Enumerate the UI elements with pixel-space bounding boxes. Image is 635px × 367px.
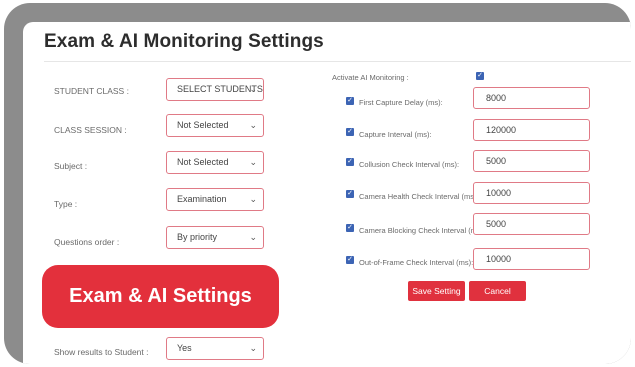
capture-interval-checkbox[interactable]: ✓ — [346, 128, 354, 136]
activate-ai-checkbox[interactable]: ✓ — [476, 72, 484, 80]
subject-select[interactable]: Not Selected ⌄ — [166, 151, 264, 174]
out-of-frame-input[interactable]: 10000 — [473, 248, 590, 270]
chevron-down-icon: ⌄ — [249, 84, 257, 94]
camera-health-input[interactable]: 10000 — [473, 182, 590, 204]
questions-order-value: By priority — [177, 232, 218, 242]
show-results-value: Yes — [177, 343, 192, 353]
out-of-frame-checkbox[interactable]: ✓ — [346, 256, 354, 264]
student-class-label: STUDENT CLASS : — [54, 86, 129, 96]
page-title: Exam & AI Monitoring Settings — [44, 31, 324, 52]
capture-interval-label: Capture Interval (ms): — [359, 130, 432, 139]
type-value: Examination — [177, 194, 227, 204]
class-session-select[interactable]: Not Selected ⌄ — [166, 114, 264, 137]
title-divider — [44, 61, 631, 62]
first-capture-input[interactable]: 8000 — [473, 87, 590, 109]
camera-health-label: Camera Health Check Interval (ms): — [359, 192, 479, 201]
first-capture-checkbox[interactable]: ✓ — [346, 97, 354, 105]
type-label: Type : — [54, 199, 78, 209]
class-session-value: Not Selected — [177, 120, 229, 130]
type-select[interactable]: Examination ⌄ — [166, 188, 264, 211]
show-results-select[interactable]: Yes ⌄ — [166, 337, 264, 360]
camera-blocking-input[interactable]: 5000 — [473, 213, 590, 235]
first-capture-label: First Capture Delay (ms): — [359, 98, 443, 107]
collusion-check-label: Collusion Check Interval (ms): — [359, 160, 460, 169]
chevron-down-icon: ⌄ — [249, 194, 257, 204]
subject-label: Subject : — [54, 161, 88, 171]
camera-blocking-checkbox[interactable]: ✓ — [346, 224, 354, 232]
cancel-button[interactable]: Cancel — [469, 281, 526, 301]
questions-order-label: Questions order : — [54, 237, 120, 247]
camera-blocking-label: Camera Blocking Check Interval (ms): — [359, 226, 486, 235]
chevron-down-icon: ⌄ — [249, 343, 257, 353]
chevron-down-icon: ⌄ — [249, 157, 257, 167]
activate-ai-label: Activate AI Monitoring : — [332, 73, 409, 82]
show-results-label: Show results to Student : — [54, 347, 149, 357]
out-of-frame-label: Out-of-Frame Check Interval (ms): — [359, 258, 474, 267]
collusion-check-checkbox[interactable]: ✓ — [346, 158, 354, 166]
capture-interval-input[interactable]: 120000 — [473, 119, 590, 141]
chevron-down-icon: ⌄ — [249, 120, 257, 130]
student-class-select[interactable]: SELECT STUDENTS ⌄ — [166, 78, 264, 101]
chevron-down-icon: ⌄ — [249, 232, 257, 242]
exam-ai-settings-badge: Exam & AI Settings — [42, 265, 279, 328]
collusion-check-input[interactable]: 5000 — [473, 150, 590, 172]
save-setting-button[interactable]: Save Setting — [408, 281, 465, 301]
questions-order-select[interactable]: By priority ⌄ — [166, 226, 264, 249]
camera-health-checkbox[interactable]: ✓ — [346, 190, 354, 198]
class-session-label: CLASS SESSION : — [54, 125, 127, 135]
subject-value: Not Selected — [177, 157, 229, 167]
